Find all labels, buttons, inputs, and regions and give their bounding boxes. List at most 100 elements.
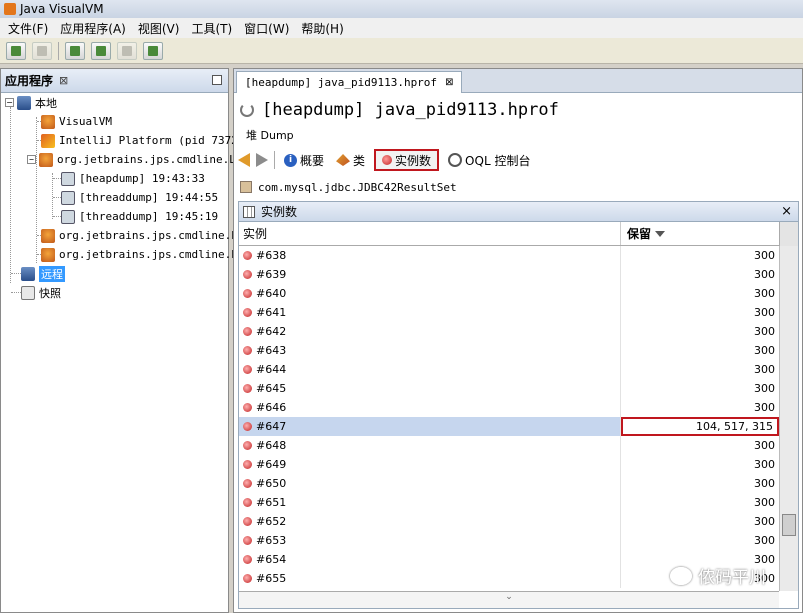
collapse-icon[interactable]: −	[5, 98, 14, 107]
instance-icon	[243, 536, 252, 545]
instance-id: #651	[256, 496, 287, 509]
tree-node-visualvm[interactable]: VisualVM	[41, 112, 112, 131]
close-tab-icon[interactable]: ⊠	[445, 77, 453, 88]
nav-summary-button[interactable]: i 概要	[281, 149, 327, 171]
minimize-icon[interactable]	[212, 75, 222, 85]
add-jmx-connection-icon[interactable]	[65, 41, 85, 60]
instance-icon	[243, 460, 252, 469]
instance-id: #652	[256, 515, 287, 528]
class-breadcrumb: com.mysql.jdbc.JDBC42ResultSet	[240, 179, 457, 195]
table-row[interactable]: #650 300	[239, 474, 779, 493]
close-icon[interactable]: ×	[781, 204, 792, 219]
nav-classes-label: 类	[353, 153, 366, 168]
watermark-text: 侬码平川	[698, 568, 766, 588]
java-app-icon	[41, 114, 55, 129]
tree-node-threaddump-2[interactable]: [threaddump] 19:45:19	[61, 207, 218, 226]
table-row[interactable]: #649 300	[239, 455, 779, 474]
instances-panel-title: 实例数	[261, 205, 298, 219]
visualvm-app-icon	[4, 3, 16, 15]
nav-classes-button[interactable]: 类	[333, 149, 368, 171]
tree-node-jps-process-3[interactable]: org.jetbrains.jps.cmdline.La	[41, 245, 244, 264]
instance-id: #646	[256, 401, 287, 414]
computer-icon	[17, 95, 31, 110]
add-snapshot-icon[interactable]	[143, 41, 163, 60]
table-row[interactable]: #647 104, 517, 315	[239, 417, 779, 436]
window-title: Java VisualVM	[20, 2, 104, 16]
retained-size-cell: 300	[754, 477, 775, 490]
scrollbar-thumb[interactable]	[782, 514, 796, 536]
java-app-icon	[41, 247, 55, 262]
retained-size-cell: 300	[754, 249, 775, 262]
tree-node-snapshots[interactable]: 快照	[21, 283, 61, 302]
menu-help[interactable]: 帮助(H)	[295, 20, 349, 37]
retained-size-cell: 300	[754, 496, 775, 509]
table-row[interactable]: #646 300	[239, 398, 779, 417]
instance-icon	[243, 327, 252, 336]
tree-node-heapdump[interactable]: [heapdump] 19:43:33	[61, 169, 205, 188]
tree-node-threaddump-1[interactable]: [threaddump] 19:44:55	[61, 188, 218, 207]
menu-view[interactable]: 视图(V)	[132, 20, 186, 37]
java-app-icon	[39, 152, 53, 167]
table-row[interactable]: #640 300	[239, 284, 779, 303]
instance-cell: #645	[239, 379, 621, 398]
intellij-icon	[41, 133, 55, 148]
retained-size-cell: 300	[754, 515, 775, 528]
table-row[interactable]: #643 300	[239, 341, 779, 360]
tree-node-intellij[interactable]: IntelliJ Platform (pid 7372)	[41, 131, 244, 150]
instance-icon	[243, 251, 252, 260]
add-core-dump-icon[interactable]	[117, 41, 137, 60]
retained-size-cell: 300	[754, 306, 775, 319]
add-remote-host-icon[interactable]	[91, 41, 111, 60]
column-header-instance[interactable]: 实例	[239, 222, 621, 245]
applications-panel: 应用程序 ⊠ − 本地 VisualVM IntelliJ Platform (…	[0, 68, 244, 613]
tree-label-remote: 远程	[39, 265, 65, 282]
table-row[interactable]: #644 300	[239, 360, 779, 379]
back-arrow-icon[interactable]	[238, 153, 250, 167]
tab-heapdump[interactable]: [heapdump] java_pid9113.hprof ⊠	[236, 71, 463, 93]
nav-oql-button[interactable]: OQL 控制台	[445, 149, 533, 171]
toolbar-separator	[58, 41, 59, 60]
retained-size-cell: 104, 517, 315	[621, 417, 779, 436]
tree-node-jps-process-2[interactable]: org.jetbrains.jps.cmdline.La	[41, 226, 244, 245]
table-row[interactable]: #638 300	[239, 246, 779, 265]
class-name: com.mysql.jdbc.JDBC42ResultSet	[258, 180, 457, 194]
close-tab-icon[interactable]: ⊠	[59, 74, 68, 87]
vertical-scrollbar[interactable]	[779, 246, 798, 591]
table-row[interactable]: #642 300	[239, 322, 779, 341]
table-row[interactable]: #645 300	[239, 379, 779, 398]
menu-tools[interactable]: 工具(T)	[185, 20, 238, 37]
instance-cell: #650	[239, 474, 621, 493]
load-snapshot-icon[interactable]	[6, 41, 26, 60]
column-chooser-icon[interactable]	[779, 222, 798, 246]
applications-panel-title: 应用程序	[5, 74, 54, 88]
nav-instances-button[interactable]: 实例数	[374, 149, 440, 171]
table-row[interactable]: #651 300	[239, 493, 779, 512]
table-row[interactable]: #653 300	[239, 531, 779, 550]
tree-node-jps-process-1[interactable]: − org.jetbrains.jps.cmdline.La	[27, 150, 242, 169]
menu-applications[interactable]: 应用程序(A)	[54, 20, 132, 37]
tree-node-remote[interactable]: 远程	[21, 264, 65, 283]
nav-instances-label: 实例数	[395, 153, 432, 168]
table-row[interactable]: #639 300	[239, 265, 779, 284]
instance-icon	[243, 403, 252, 412]
menu-file[interactable]: 文件(F)	[2, 20, 54, 37]
tree-node-local[interactable]: − 本地	[5, 93, 57, 112]
table-row[interactable]: #641 300	[239, 303, 779, 322]
table-row[interactable]: #648 300	[239, 436, 779, 455]
collapse-icon[interactable]: −	[27, 155, 36, 164]
tree-label-threaddump-2: [threaddump] 19:45:19	[79, 210, 219, 223]
retained-size-cell: 300	[754, 534, 775, 547]
column-header-retained[interactable]: 保留	[621, 222, 779, 245]
forward-arrow-icon[interactable]	[256, 153, 268, 167]
instance-icon	[243, 517, 252, 526]
instance-cell: #640	[239, 284, 621, 303]
java-app-icon	[41, 228, 55, 243]
instance-icon	[243, 479, 252, 488]
table-row[interactable]: #652 300	[239, 512, 779, 531]
table-icon	[243, 205, 255, 218]
save-icon[interactable]	[32, 41, 52, 60]
tree-label-jps-process-1: org.jetbrains.jps.cmdline.La	[57, 153, 243, 166]
menu-window[interactable]: 窗口(W)	[238, 20, 295, 37]
instance-cell: #639	[239, 265, 621, 284]
thread-dump-icon	[61, 209, 75, 224]
